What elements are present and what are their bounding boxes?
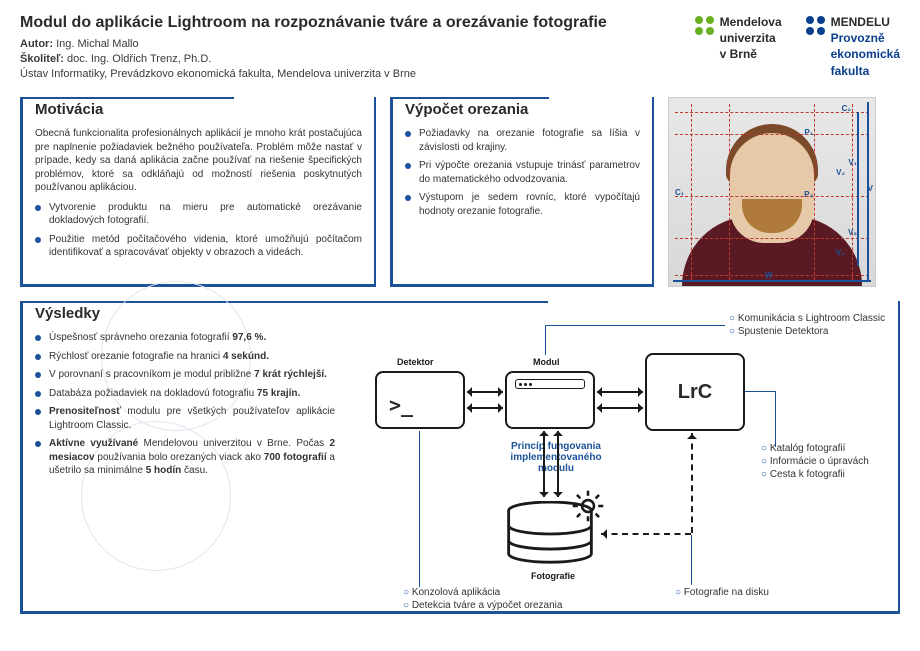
motivation-panel: Motivácia Obecná funkcionalita profesion… xyxy=(20,97,376,287)
university-logo: Mendelova univerzita v Brně MENDELU Prov… xyxy=(695,14,900,79)
motivation-text: Obecná funkcionalita profesionálnych apl… xyxy=(35,127,362,195)
annotation: Konzolová aplikácia xyxy=(403,587,500,598)
motivation-heading: Motivácia xyxy=(35,101,109,118)
node-modul xyxy=(505,371,595,429)
gear-icon xyxy=(571,489,605,523)
crop-heading: Výpočet orezania xyxy=(405,101,534,118)
annotation: Katalóg fotografií xyxy=(761,443,845,454)
results-heading: Výsledky xyxy=(35,305,106,322)
supervisor-line: Školiteľ: doc. Ing. Oldřich Trenz, Ph.D. xyxy=(20,53,695,65)
result-bullet: Úspešnosť správneho orezania fotografií … xyxy=(35,331,335,345)
result-bullet: Rýchlosť orezanie fotografie na hranici … xyxy=(35,350,335,364)
crop-bullet: Výstupom je sedem rovníc, ktoré vypočíta… xyxy=(405,191,640,218)
crop-panel: Výpočet orezania Požiadavky na orezanie … xyxy=(390,97,654,287)
architecture-diagram: Detektor Modul >_ LrC xyxy=(345,331,886,601)
motivation-bullet: Vytvorenie produktu na mieru pre automat… xyxy=(35,201,362,228)
annotation: Fotografie na disku xyxy=(675,587,769,598)
header: Modul do aplikácie Lightroom na rozpozná… xyxy=(20,14,900,83)
crop-bullet: Požiadavky na orezanie fotografie sa líš… xyxy=(405,127,640,154)
annotation: Cesta k fotografii xyxy=(761,469,845,480)
author-line: Autor: Ing. Michal Mallo xyxy=(20,38,695,50)
node-lrc: LrC xyxy=(645,353,745,431)
annotation: Informácie o úpravách xyxy=(761,456,869,467)
results-panel: Výsledky Úspešnosť správneho orezania fo… xyxy=(20,301,900,614)
sample-photo: P₁ P₂ C₁ C₂ V V₁ V₂ V₃ V₄ W xyxy=(668,97,876,287)
result-bullet: V porovnaní s pracovníkom je modul pribl… xyxy=(35,368,335,382)
motivation-bullet: Použitie metód počítačového videnia, kto… xyxy=(35,233,362,260)
annotation: Spustenie Detektora xyxy=(729,326,828,337)
annotation: Detekcia tváre a výpočet orezania xyxy=(403,600,562,611)
result-bullet: Aktívne využívané Mendelovou univerzitou… xyxy=(35,437,335,478)
annotation: Komunikácia s Lightroom Classic xyxy=(729,313,885,324)
affiliation-line: Ústav Informatiky, Prevádzkovo ekonomick… xyxy=(20,68,695,80)
node-detektor: >_ xyxy=(375,371,465,429)
result-bullet: Prenositeľnosť modulu pre všetkých použí… xyxy=(35,405,335,432)
result-bullet: Databáza požiadaviek na dokladovú fotogr… xyxy=(35,387,335,401)
crop-bullet: Pri výpočte orezania vstupuje trinásť pa… xyxy=(405,159,640,186)
page-title: Modul do aplikácie Lightroom na rozpozná… xyxy=(20,14,695,32)
